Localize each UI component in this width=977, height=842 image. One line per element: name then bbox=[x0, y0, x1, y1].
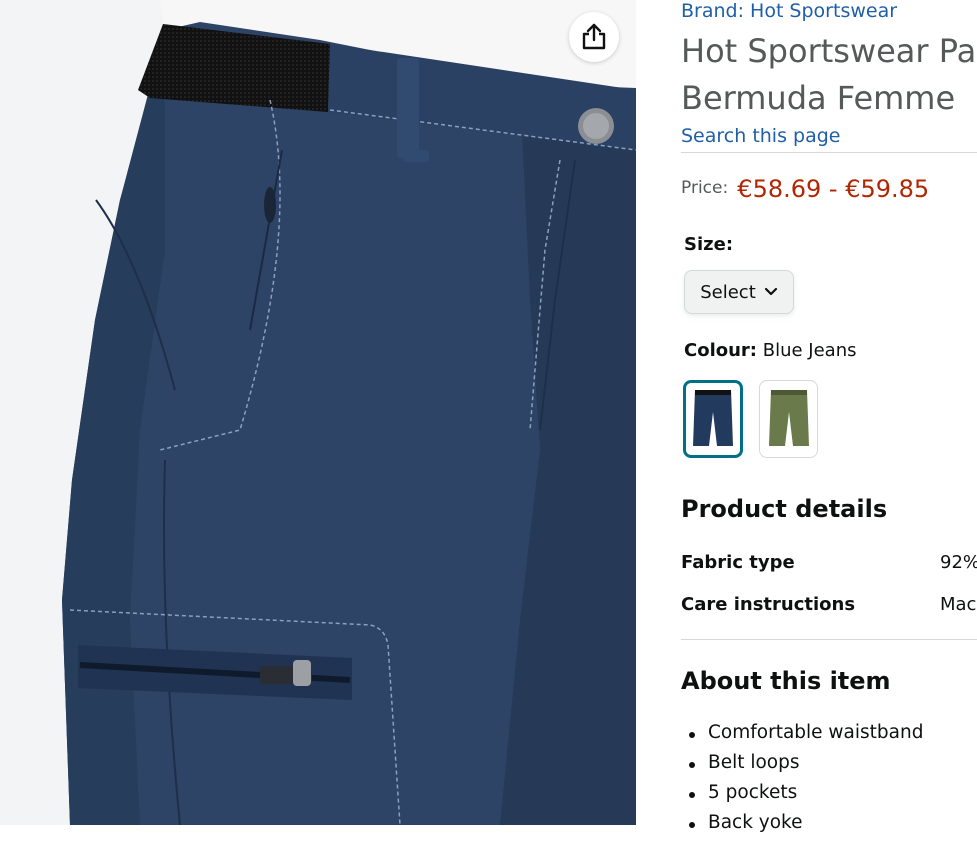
price-value: €58.69 - €59.85 bbox=[737, 175, 930, 203]
product-title-line2: Bermuda Femme bbox=[681, 79, 956, 117]
divider bbox=[681, 639, 977, 640]
detail-value: 92% bbox=[940, 552, 977, 573]
detail-row-care: Care instructions Mac bbox=[681, 592, 977, 634]
about-bullet-list: Comfortable waistband Belt loops 5 pocke… bbox=[681, 722, 923, 842]
about-heading: About this item bbox=[681, 667, 891, 695]
divider bbox=[681, 152, 977, 153]
size-select-label: Select bbox=[700, 281, 756, 303]
product-details-table: Fabric type 92% Care instructions Mac bbox=[681, 550, 977, 634]
detail-key: Care instructions bbox=[681, 594, 856, 615]
colour-swatch-olive[interactable] bbox=[759, 380, 818, 458]
shorts-thumbnail-olive bbox=[768, 390, 809, 446]
list-item: Belt loops bbox=[681, 752, 923, 782]
list-item: Comfortable waistband bbox=[681, 722, 923, 752]
detail-key: Fabric type bbox=[681, 552, 795, 573]
colour-label: Colour: bbox=[684, 340, 758, 361]
detail-value: Mac bbox=[940, 594, 977, 615]
chevron-down-icon bbox=[764, 287, 777, 296]
size-select[interactable]: Select bbox=[684, 270, 794, 314]
colour-row: Colour: Blue Jeans bbox=[684, 340, 857, 361]
size-label: Size: bbox=[684, 234, 734, 255]
list-item: Back yoke bbox=[681, 812, 923, 842]
share-button[interactable] bbox=[569, 12, 619, 62]
colour-selected: Blue Jeans bbox=[762, 340, 857, 361]
product-details-heading: Product details bbox=[681, 495, 888, 523]
product-title-line1: Hot Sportswear Pa bbox=[681, 32, 977, 70]
product-image[interactable] bbox=[0, 0, 636, 825]
brand-link[interactable]: Brand: Hot Sportswear bbox=[681, 0, 897, 22]
shorts-thumbnail-blue bbox=[693, 390, 733, 446]
share-icon bbox=[582, 23, 606, 50]
colour-swatch-blue-jeans[interactable] bbox=[683, 380, 743, 458]
detail-row-fabric: Fabric type 92% bbox=[681, 550, 977, 592]
search-this-page-link[interactable]: Search this page bbox=[681, 125, 840, 147]
product-details-panel: Brand: Hot Sportswear Hot Sportswear Pa … bbox=[681, 0, 977, 833]
price-label: Price: bbox=[681, 178, 729, 198]
product-photo bbox=[62, 0, 636, 825]
product-title: Hot Sportswear Pa Bermuda Femme bbox=[681, 28, 977, 122]
price-row: Price: €58.69 - €59.85 bbox=[681, 175, 929, 203]
list-item: 5 pockets bbox=[681, 782, 923, 812]
